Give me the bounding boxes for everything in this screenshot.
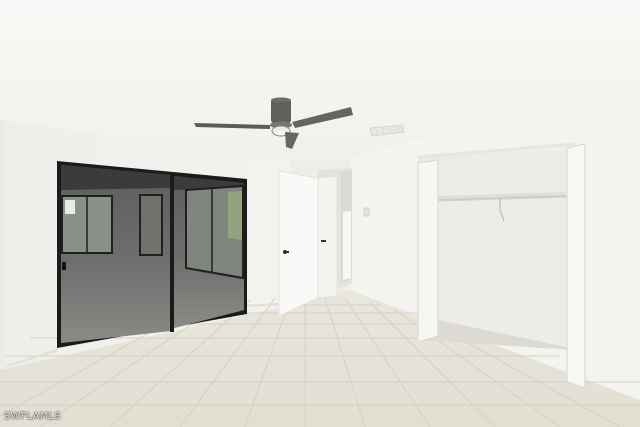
switch-icon — [363, 207, 370, 217]
room-illustration — [0, 0, 640, 427]
bedroom-photo: SWFLAMLS — [0, 0, 640, 427]
watermark-text: SWFLAMLS — [4, 411, 61, 422]
